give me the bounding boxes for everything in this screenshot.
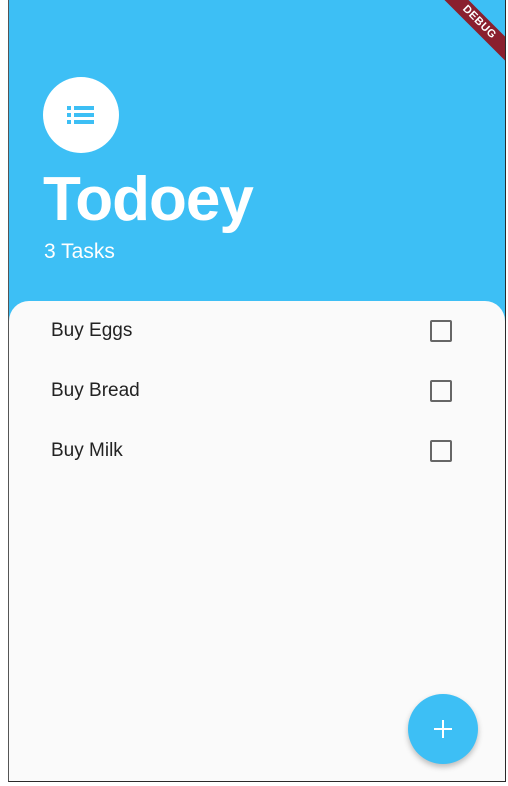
task-label: Buy Milk: [51, 440, 123, 461]
logo-avatar: [43, 77, 119, 153]
task-list: Buy Eggs Buy Bread Buy Milk: [9, 301, 505, 481]
debug-banner: DEBUG: [430, 0, 505, 71]
app-screen: Todoey 3 Tasks DEBUG Buy Eggs Buy Bread …: [8, 0, 506, 782]
app-frame: Todoey 3 Tasks DEBUG Buy Eggs Buy Bread …: [0, 0, 508, 786]
task-item[interactable]: Buy Milk: [9, 421, 505, 481]
header: Todoey 3 Tasks DEBUG: [9, 0, 505, 310]
task-count: 3 Tasks: [44, 240, 115, 263]
page-title: Todoey: [43, 165, 254, 234]
list-icon: [67, 106, 94, 124]
task-checkbox[interactable]: [430, 320, 452, 342]
add-task-button[interactable]: [408, 694, 478, 764]
task-label: Buy Eggs: [51, 320, 133, 341]
task-label: Buy Bread: [51, 380, 140, 401]
add-icon: [434, 720, 452, 738]
task-item[interactable]: Buy Bread: [9, 361, 505, 421]
task-item[interactable]: Buy Eggs: [9, 301, 505, 361]
task-checkbox[interactable]: [430, 440, 452, 462]
task-checkbox[interactable]: [430, 380, 452, 402]
